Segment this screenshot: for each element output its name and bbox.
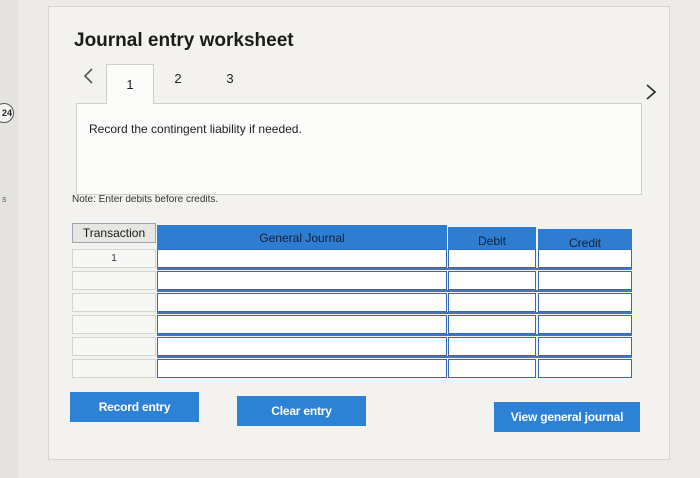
- header-transaction: Transaction: [72, 223, 156, 243]
- transaction-cell: [72, 337, 156, 356]
- account-select[interactable]: [157, 271, 447, 290]
- record-entry-button[interactable]: Record entry: [70, 392, 199, 422]
- debit-input[interactable]: [448, 337, 536, 356]
- view-general-journal-button[interactable]: View general journal: [494, 402, 640, 432]
- credit-input[interactable]: [538, 249, 632, 268]
- debit-input[interactable]: [448, 315, 536, 334]
- account-select[interactable]: [157, 293, 447, 312]
- account-select[interactable]: [157, 337, 447, 356]
- row-divider: [157, 290, 632, 292]
- table-row: [72, 271, 632, 290]
- journal-table: Transaction General Journal Debit Credit…: [72, 223, 632, 384]
- debit-input[interactable]: [448, 271, 536, 290]
- row-divider: [157, 356, 632, 358]
- header-general-journal: General Journal: [157, 225, 447, 251]
- transaction-cell: [72, 315, 156, 334]
- transaction-cell: [72, 293, 156, 312]
- transaction-cell: 1: [72, 249, 156, 268]
- table-row: [72, 337, 632, 356]
- table-row: [72, 359, 632, 378]
- worksheet-title: Journal entry worksheet: [74, 30, 294, 51]
- table-row: [72, 293, 632, 312]
- tab-2-label: 2: [174, 70, 182, 86]
- tab-2[interactable]: 2: [166, 64, 190, 92]
- note-text: Note: Enter debits before credits.: [72, 194, 219, 205]
- debit-input[interactable]: [448, 359, 536, 378]
- tab-1-label: 1: [126, 77, 134, 92]
- next-arrow-icon[interactable]: [640, 80, 662, 104]
- credit-input[interactable]: [538, 337, 632, 356]
- tab-3-label: 3: [226, 70, 234, 86]
- table-row: 1: [72, 249, 632, 268]
- instruction-text: Record the contingent liability if neede…: [89, 122, 302, 136]
- edge-mark: s: [2, 194, 7, 204]
- credit-input[interactable]: [538, 315, 632, 334]
- debit-input[interactable]: [448, 249, 536, 268]
- account-select[interactable]: [157, 359, 447, 378]
- clear-entry-button[interactable]: Clear entry: [237, 396, 366, 426]
- transaction-cell: [72, 359, 156, 378]
- table-row: [72, 315, 632, 334]
- credit-input[interactable]: [538, 359, 632, 378]
- tab-1[interactable]: 1: [106, 64, 154, 104]
- row-divider: [157, 312, 632, 314]
- credit-input[interactable]: [538, 293, 632, 312]
- account-select[interactable]: [157, 315, 447, 334]
- transaction-cell: [72, 271, 156, 290]
- row-divider: [157, 268, 632, 270]
- account-select[interactable]: [157, 249, 447, 268]
- debit-input[interactable]: [448, 293, 536, 312]
- previous-arrow-icon[interactable]: [78, 64, 100, 88]
- row-divider: [157, 334, 632, 336]
- credit-input[interactable]: [538, 271, 632, 290]
- tab-3[interactable]: 3: [218, 64, 242, 92]
- instruction-box: Record the contingent liability if neede…: [76, 103, 642, 195]
- left-margin-strip: [0, 0, 18, 478]
